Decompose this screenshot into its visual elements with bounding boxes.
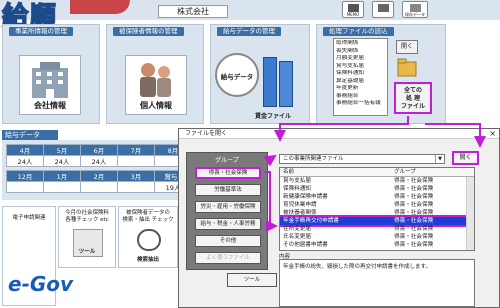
list-item[interactable]: 氏名変更届 得喪・社会保険 — [280, 233, 474, 241]
office-panel: 事業所情報の管理 会社情報 — [2, 24, 100, 124]
open-file-button[interactable]: 開く — [396, 40, 418, 54]
list-item[interactable]: 賞与支払届 — [336, 63, 385, 71]
insured-panel: 被保険者情報の管理 個人情報 — [106, 24, 204, 124]
list-item[interactable]: 保険料通知 — [336, 70, 385, 78]
list-item[interactable]: その他届書申請書 得喪・社会保険 — [280, 241, 474, 249]
processing-file-list[interactable]: 取得関係 喪失関係 月額変更届 賞与支払届 保険料通知 算定基礎届 年度更新 事… — [333, 38, 388, 116]
salary-data-card[interactable]: 給与データ — [215, 53, 259, 97]
company-name: 株式会社 — [158, 5, 228, 18]
logo-swoosh — [70, 0, 130, 14]
list-item[interactable]: 事務組合一括有報 — [336, 100, 385, 108]
month-cell[interactable]: 12月 — [6, 170, 44, 182]
company-info-card[interactable]: 会社情報 — [19, 55, 81, 115]
file-list-view: 名前 グループ 賞与支払届 得喪・社会保険 保険料通知 得喪・社会保険 新健康保険申… — [279, 167, 475, 251]
month-cell[interactable]: 6月 — [80, 144, 118, 156]
checks-card[interactable]: 今月の社会保険料 各種チェック etc ツール — [58, 206, 116, 268]
insured-check-card[interactable]: 被保険者データの 検索・抽出 チェック 検索抽出 — [118, 206, 178, 268]
group-button-favorites[interactable]: よく使うファイル — [195, 252, 261, 264]
count-cell — [6, 181, 44, 193]
file-open-dialog: ファイルを開く × グループ 得喪・社会保険 労働基準法 労災・雇用・労働保険 … — [178, 128, 500, 308]
salary-data-title: 給与データ — [2, 130, 58, 140]
e-application-label: 電子申請関連 — [12, 215, 46, 221]
month-cell[interactable]: 3月 — [117, 170, 155, 182]
salary-mgmt-panel: 給与データの管理 給与データ 賃金ファイル — [210, 24, 310, 124]
count-cell — [117, 155, 155, 167]
dialog-title: ファイルを開く — [179, 129, 499, 139]
group-button-social-insurance[interactable]: 得喪・社会保険 — [195, 167, 261, 179]
count-cell — [80, 181, 118, 193]
list-scrollbar[interactable] — [466, 177, 474, 250]
salary-mgmt-panel-title: 給与データの管理 — [217, 27, 281, 36]
month-cell[interactable]: 7月 — [117, 144, 155, 156]
list-item[interactable]: 育児休業申請 得喪・社会保険 — [280, 201, 474, 209]
list-item-selected[interactable]: 年金手帳再交付申請書 得喪・社会保険 — [280, 215, 474, 227]
processing-panel-title: 処理ファイルの読込 — [323, 27, 394, 36]
binder-icon — [263, 57, 277, 107]
column-header-name[interactable]: 名前 — [283, 168, 294, 177]
group-pane: グループ 得喪・社会保険 労働基準法 労災・雇用・労働保険 給与・税金・人事労務… — [186, 152, 268, 270]
salary-grid-row-1: 4月 5月 6月 7月 8月 24人 24人 24人 — [6, 144, 192, 167]
month-cell[interactable]: 2月 — [80, 170, 118, 182]
list-item[interactable]: 月額変更届 — [336, 55, 385, 63]
building-icon — [32, 62, 68, 98]
binder-icon — [279, 61, 293, 107]
list-item[interactable]: 年度更新 — [336, 85, 385, 93]
list-item[interactable]: 新健康保険申請書 得喪・社会保険 — [280, 193, 474, 201]
group-button-payroll-tax[interactable]: 給与・税金・人事労務 — [195, 218, 261, 230]
file-scope-select[interactable]: この事業所関連ファイル ▼ — [279, 154, 445, 164]
search-label: 検索抽出 — [136, 257, 159, 263]
count-cell — [43, 181, 81, 193]
count-cell: 24人 — [80, 155, 118, 167]
memo-icon[interactable]: MEMO — [342, 1, 364, 18]
group-pane-title: グループ — [215, 157, 239, 164]
insured-check-line-2: 検索・抽出 チェック — [122, 217, 174, 223]
save-data-icon[interactable]: 保存データ — [402, 1, 428, 18]
dialog-open-button[interactable]: 開く — [452, 151, 479, 165]
month-cell[interactable]: 1月 — [43, 170, 81, 182]
list-item[interactable]: 保険料通知 得喪・社会保険 — [280, 185, 474, 193]
printer-icon[interactable] — [372, 1, 394, 18]
personal-info-label: 個人情報 — [140, 101, 172, 110]
tool-button[interactable]: ツール — [227, 273, 277, 287]
count-cell: 24人 — [43, 155, 81, 167]
month-cell[interactable]: 4月 — [6, 144, 44, 156]
checks-line-1: 今月の社会保険料 — [64, 210, 109, 216]
folder-icon — [396, 56, 418, 80]
list-item[interactable]: 取得関係 — [336, 40, 385, 48]
magnifier-icon — [137, 229, 161, 251]
all-files-button[interactable]: 全ての 処 理 ファイル — [394, 82, 432, 114]
list-item[interactable]: 算定基礎届 — [336, 78, 385, 86]
insured-panel-title: 被保険者情報の管理 — [113, 27, 184, 36]
checks-line-2: 各種チェック etc — [65, 217, 109, 223]
group-button-labor-standards[interactable]: 労働基準法 — [195, 184, 261, 196]
group-button-other[interactable]: その他 — [195, 235, 261, 247]
salary-grid-row-2: 12月 1月 2月 3月 賞与1 19人 — [6, 170, 192, 193]
chevron-down-icon[interactable]: ▼ — [435, 155, 444, 163]
list-item[interactable]: 被扶養者関係 得喪・社会保険 — [280, 209, 474, 217]
company-info-label: 会社情報 — [34, 101, 66, 110]
group-button-labor-insurance[interactable]: 労災・雇用・労働保険 — [195, 201, 261, 213]
list-item[interactable]: 喪失関係 — [336, 48, 385, 56]
close-icon[interactable]: × — [489, 129, 496, 139]
list-item[interactable]: 事務組合 — [336, 93, 385, 101]
personal-info-card[interactable]: 個人情報 — [125, 55, 187, 115]
month-cell[interactable]: 5月 — [43, 144, 81, 156]
insured-check-line-1: 被保険者データの — [125, 210, 170, 216]
content-description: 年金手帳の紛失、毀損した際の再交付申請書を作成します。 — [279, 259, 475, 307]
egov-logo[interactable]: e-Gov — [8, 272, 73, 296]
top-bar: 給順 株式会社 MEMO 保存データ — [0, 0, 500, 33]
count-cell — [117, 181, 155, 193]
tool-label: ツール — [78, 249, 96, 255]
list-item[interactable]: 住所変更届 得喪・社会保険 — [280, 225, 474, 233]
count-cell: 24人 — [6, 155, 44, 167]
column-header-group[interactable]: グループ — [394, 168, 416, 177]
list-header: 名前 グループ — [280, 168, 474, 177]
list-item[interactable]: 賞与支払届 得喪・社会保険 — [280, 177, 474, 185]
office-panel-title: 事業所情報の管理 — [9, 27, 73, 36]
wage-file-label[interactable]: 賃金ファイル — [255, 111, 291, 120]
salary-data-label: 給与データ — [220, 73, 254, 81]
people-icon — [140, 63, 171, 97]
